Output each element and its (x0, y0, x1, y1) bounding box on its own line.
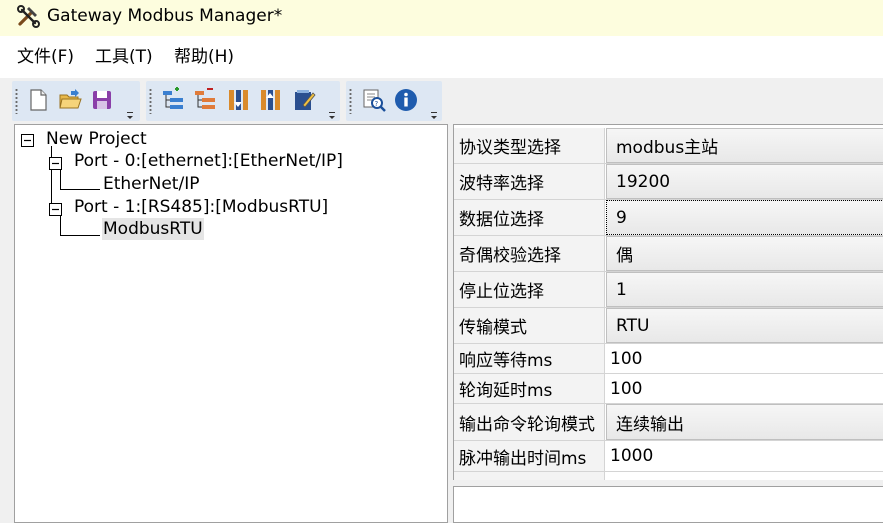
property-label (454, 472, 605, 480)
property-row: 协议类型选择 modbus主站 (454, 128, 883, 164)
collapse-node-icon[interactable] (49, 201, 62, 216)
add-port-icon[interactable] (160, 87, 186, 113)
new-file-icon[interactable] (25, 87, 51, 113)
toolbar-grip[interactable] (349, 88, 352, 114)
property-row: 奇偶校验选择 偶 (454, 236, 883, 272)
tree-port-node[interactable]: Port - 0:[ethernet]:[EtherNet/IP] (74, 150, 343, 172)
property-dropdown[interactable]: 1 (606, 272, 883, 307)
property-label: 传输模式 (454, 308, 605, 343)
property-dropdown[interactable]: RTU (606, 308, 883, 343)
tree-connector (60, 215, 61, 235)
property-textbox[interactable]: 100 (606, 374, 883, 403)
edit-notepad-icon[interactable] (291, 87, 317, 113)
property-row: 传输模式 RTU (454, 308, 883, 344)
menu-bar: 文件(F) 工具(T) 帮助(H) (0, 36, 883, 78)
property-label: 奇偶校验选择 (454, 236, 605, 271)
property-textbox[interactable] (606, 472, 883, 480)
property-label: 数据位选择 (454, 200, 605, 235)
property-dropdown[interactable]: 9 (606, 200, 883, 235)
property-description-pane (453, 486, 883, 523)
property-label: 轮询延时ms (454, 374, 605, 403)
tree-port-node[interactable]: Port - 1:[RS485]:[ModbusRTU] (74, 196, 328, 218)
tree-protocol-node-selected[interactable]: ModbusRTU (102, 218, 204, 240)
menu-tools[interactable]: 工具(T) (95, 47, 153, 67)
property-label: 响应等待ms (454, 344, 605, 373)
svg-text:?: ? (375, 100, 379, 108)
project-tree[interactable]: New Project Port - 0:[ethernet]:[EtherNe… (14, 124, 448, 523)
open-folder-icon[interactable] (57, 87, 83, 113)
collapse-node-icon[interactable] (21, 132, 39, 147)
toolbar-overflow-icon[interactable] (125, 106, 135, 119)
property-label: 输出命令轮询模式 (454, 404, 605, 440)
property-row: 脉冲输出时间ms 1000 (454, 441, 883, 472)
property-row: 波特率选择 19200 (454, 164, 883, 200)
property-label: 脉冲输出时间ms (454, 441, 605, 471)
property-row: 输出命令轮询模式 连续输出 (454, 404, 883, 441)
property-textbox[interactable]: 100 (606, 344, 883, 373)
read-config-icon[interactable] (225, 87, 251, 113)
tree-connector (60, 169, 61, 189)
remove-port-icon[interactable] (192, 87, 218, 113)
tree-protocol-node[interactable]: EtherNet/IP (103, 173, 199, 195)
property-row: 响应等待ms 100 (454, 344, 883, 374)
write-config-icon[interactable] (257, 87, 283, 113)
toolbar-overflow-icon[interactable] (429, 106, 439, 119)
property-grid: 协议类型选择 modbus主站 波特率选择 19200 数据位选择 9 奇偶校验… (453, 124, 883, 480)
menu-file[interactable]: 文件(F) (17, 47, 74, 67)
property-dropdown[interactable]: 连续输出 (606, 404, 883, 440)
property-row: 数据位选择 9 (454, 200, 883, 236)
property-dropdown[interactable]: modbus主站 (606, 128, 883, 163)
property-label: 协议类型选择 (454, 128, 605, 163)
property-row: 停止位选择 1 (454, 272, 883, 308)
tree-connector (60, 235, 100, 236)
about-info-icon[interactable] (393, 87, 419, 113)
property-label: 波特率选择 (454, 164, 605, 199)
tools-hammer-wrench-icon (16, 5, 40, 29)
toolbar-grip[interactable] (15, 88, 18, 114)
property-dropdown[interactable]: 偶 (606, 236, 883, 271)
help-search-icon[interactable]: ? (361, 87, 387, 113)
property-row-clipped (454, 472, 883, 480)
window-title: Gateway Modbus Manager* (47, 6, 283, 26)
collapse-node-icon[interactable] (49, 155, 62, 170)
tree-root-node[interactable]: New Project (46, 128, 147, 150)
property-row: 轮询延时ms 100 (454, 374, 883, 404)
property-dropdown[interactable]: 19200 (606, 164, 883, 199)
toolbar-grip[interactable] (149, 88, 152, 114)
title-bar: Gateway Modbus Manager* (0, 0, 883, 36)
save-disk-icon[interactable] (89, 87, 115, 113)
menu-help[interactable]: 帮助(H) (174, 47, 234, 67)
toolbar-overflow-icon[interactable] (327, 106, 337, 119)
property-label: 停止位选择 (454, 272, 605, 307)
tree-connector (60, 189, 100, 190)
property-textbox[interactable]: 1000 (606, 441, 883, 471)
